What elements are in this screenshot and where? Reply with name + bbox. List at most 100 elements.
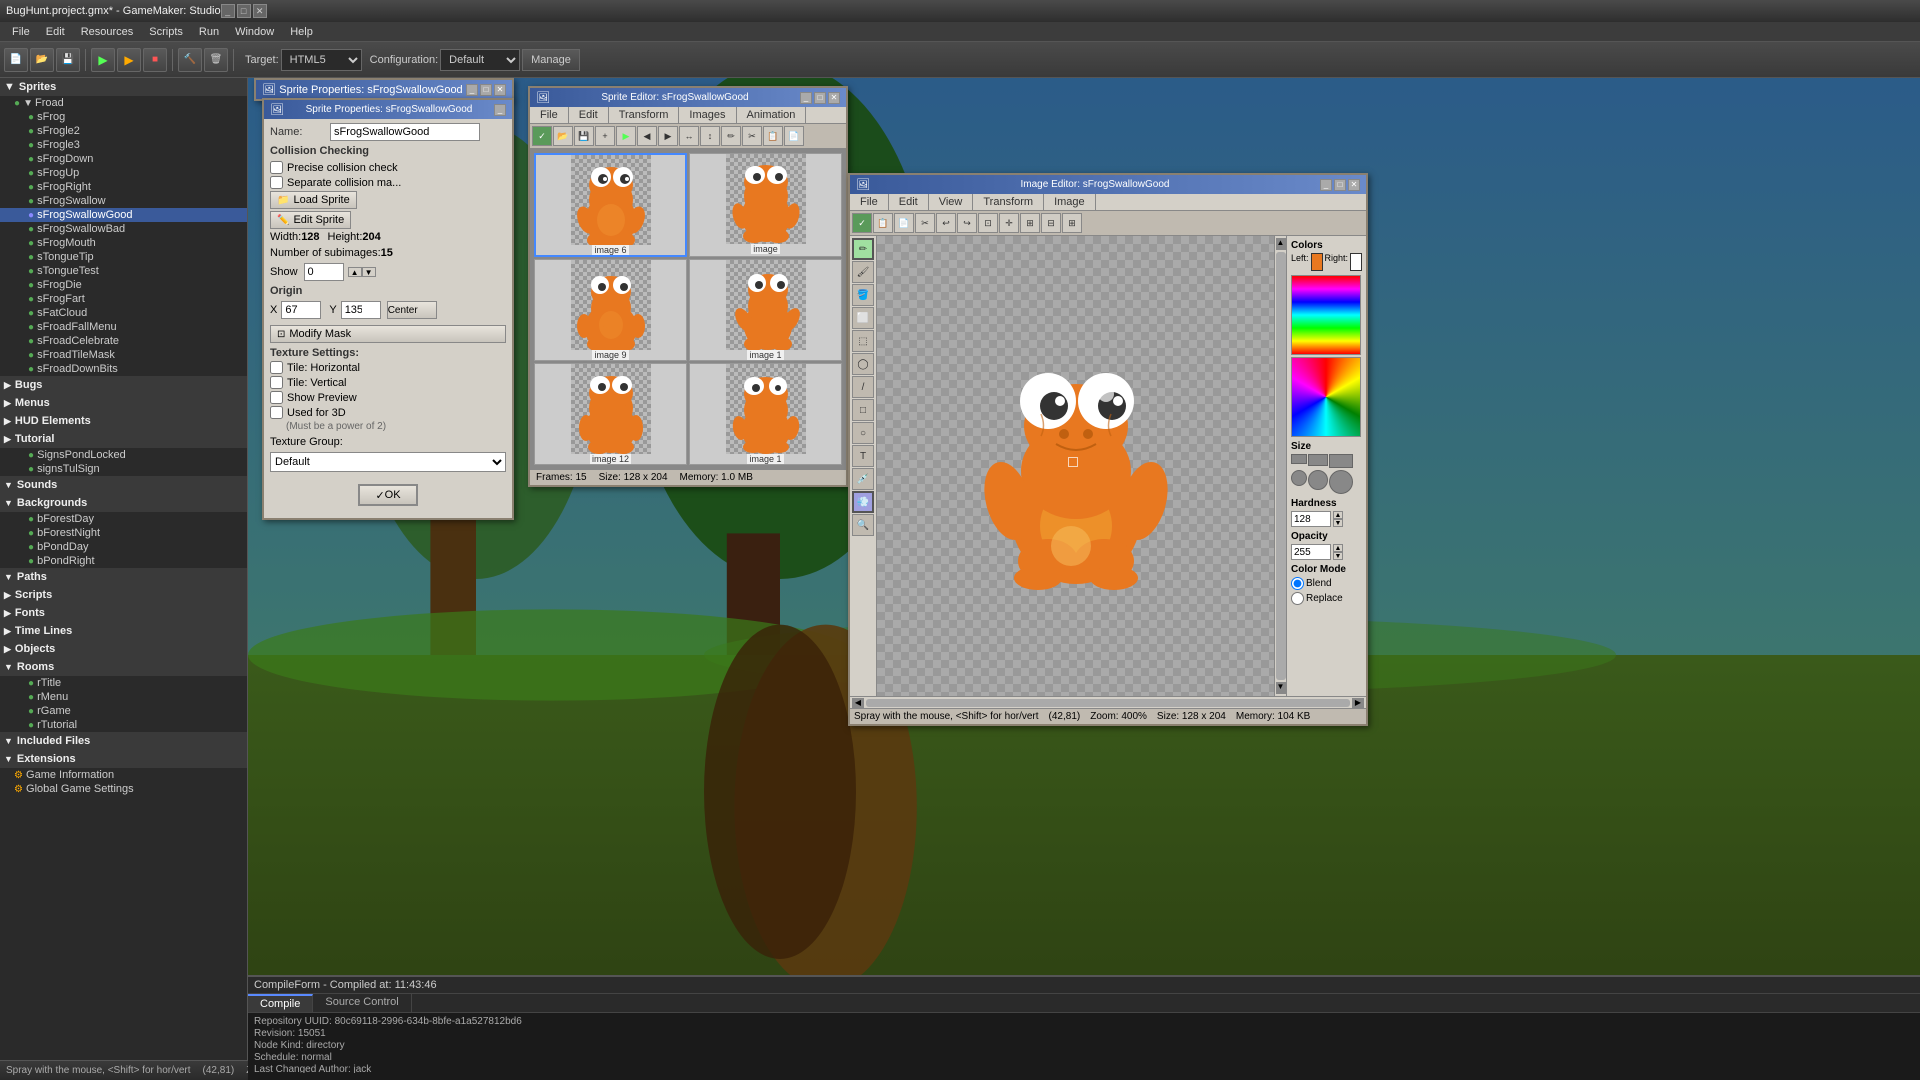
ie-menu-edit[interactable]: Edit xyxy=(889,194,929,210)
name-input[interactable] xyxy=(330,123,480,141)
ie-select-oval-tool[interactable]: ◯ xyxy=(852,353,874,375)
tile-v-checkbox[interactable] xyxy=(270,376,283,389)
ie-line-tool[interactable]: / xyxy=(852,376,874,398)
frame-3[interactable]: image 1 xyxy=(689,259,842,361)
frame-4[interactable]: image 12 xyxy=(534,363,687,465)
opacity-up[interactable]: ▲ xyxy=(1333,544,1343,552)
tb-open[interactable]: 📂 xyxy=(30,48,54,72)
rooms-section[interactable]: ▼Rooms xyxy=(0,658,247,676)
tree-sprite-sfrogdown[interactable]: ● sFrogDown xyxy=(0,152,247,166)
bugs-section[interactable]: ▶Bugs xyxy=(0,376,247,394)
ie-redo-btn[interactable]: ↪ xyxy=(957,213,977,233)
load-sprite-btn[interactable]: 📁 Load Sprite xyxy=(270,191,357,209)
show-up-btn[interactable]: ▲ xyxy=(348,267,362,277)
tree-sprite-sfroadfallmenu[interactable]: ● sFroadFallMenu xyxy=(0,320,247,334)
tile-h-checkbox[interactable] xyxy=(270,361,283,374)
timelines-section[interactable]: ▶Time Lines xyxy=(0,622,247,640)
outer-minimize[interactable]: _ xyxy=(466,84,478,96)
tree-signpondlocked[interactable]: ● SignsPondLocked xyxy=(0,448,247,462)
menu-scripts[interactable]: Scripts xyxy=(141,24,191,40)
outer-maximize[interactable]: □ xyxy=(480,84,492,96)
ie-grid2-btn[interactable]: ⊟ xyxy=(1041,213,1061,233)
show-down-btn[interactable]: ▼ xyxy=(362,267,376,277)
tree-rmenu[interactable]: ● rMenu xyxy=(0,690,247,704)
size-btn-6[interactable] xyxy=(1329,470,1353,494)
frame-2[interactable]: image 9 xyxy=(534,259,687,361)
tree-sprite-sfrogle2[interactable]: ● sFrogle2 xyxy=(0,124,247,138)
backgrounds-section[interactable]: ▼Backgrounds xyxy=(0,494,247,512)
ie-minimize[interactable]: _ xyxy=(1320,179,1332,191)
hud-section[interactable]: ▶HUD Elements xyxy=(0,412,247,430)
tree-global-game-settings[interactable]: ⚙ Global Game Settings xyxy=(0,782,247,796)
ie-paste-btn[interactable]: 📄 xyxy=(894,213,914,233)
se-btn-flip-v[interactable]: ↕ xyxy=(700,126,720,146)
ie-scroll-left-btn[interactable]: ◀ xyxy=(852,698,864,708)
modify-mask-btn[interactable]: ⊡ Modify Mask xyxy=(270,325,506,343)
tb-save[interactable]: 💾 xyxy=(56,48,80,72)
size-btn-2[interactable] xyxy=(1308,454,1328,466)
tree-bpondday[interactable]: ● bPondDay xyxy=(0,540,247,554)
se-btn-edit[interactable]: ✏ xyxy=(721,126,741,146)
tree-sprite-sfrogdie[interactable]: ● sFrogDie xyxy=(0,278,247,292)
size-btn-4[interactable] xyxy=(1291,470,1307,486)
tree-sprite-sfrogswallowbad[interactable]: ● sFrogSwallowBad xyxy=(0,222,247,236)
scripts-section[interactable]: ▶Scripts xyxy=(0,586,247,604)
ie-eraser-tool[interactable]: ⬜ xyxy=(852,307,874,329)
ie-full-btn[interactable]: ⊞ xyxy=(1062,213,1082,233)
se-close[interactable]: ✕ xyxy=(828,92,840,104)
tb-build[interactable]: 🔨 xyxy=(178,48,202,72)
hardness-up[interactable]: ▲ xyxy=(1333,511,1343,519)
tree-sprite-sfrog[interactable]: ● sFrog xyxy=(0,110,247,124)
tb-stop[interactable]: ■ xyxy=(143,48,167,72)
tree-sprite-sfrogswallowgood[interactable]: ● sFrogSwallowGood xyxy=(0,208,247,222)
tb-debug[interactable]: ▶ xyxy=(117,48,141,72)
size-btn-3[interactable] xyxy=(1329,454,1353,468)
replace-radio[interactable] xyxy=(1291,592,1304,605)
ie-pencil-tool[interactable]: ✏ xyxy=(852,238,874,260)
ie-close[interactable]: ✕ xyxy=(1348,179,1360,191)
tree-sprite-sfrogright[interactable]: ● sFrogRight xyxy=(0,180,247,194)
tree-signtulsign[interactable]: ● signsTulSign xyxy=(0,462,247,476)
hardness-input[interactable] xyxy=(1291,511,1331,527)
ie-undo-btn[interactable]: ↩ xyxy=(936,213,956,233)
show-input[interactable] xyxy=(304,263,344,281)
tree-bpondright[interactable]: ● bPondRight xyxy=(0,554,247,568)
ie-menu-file[interactable]: File xyxy=(850,194,889,210)
ie-cut-btn[interactable]: ✂ xyxy=(915,213,935,233)
frame-0[interactable]: image 6 xyxy=(534,153,687,257)
tree-rtitle[interactable]: ● rTitle xyxy=(0,676,247,690)
ie-grid-btn[interactable]: ⊞ xyxy=(1020,213,1040,233)
tb-new[interactable]: 📄 xyxy=(4,48,28,72)
compile-tab-compile[interactable]: Compile xyxy=(248,994,313,1012)
se-btn-open[interactable]: 📂 xyxy=(553,126,573,146)
tree-sprite-sfrogfart[interactable]: ● sFrogFart xyxy=(0,292,247,306)
menu-run[interactable]: Run xyxy=(191,24,227,40)
tree-bforestnight[interactable]: ● bForestNight xyxy=(0,526,247,540)
tree-sprite-sfrogswallow[interactable]: ● sFrogSwallow xyxy=(0,194,247,208)
fonts-section[interactable]: ▶Fonts xyxy=(0,604,247,622)
size-btn-1[interactable] xyxy=(1291,454,1307,464)
se-btn-check[interactable]: ✓ xyxy=(532,126,552,146)
se-menu-animation[interactable]: Animation xyxy=(737,107,807,123)
ok-btn[interactable]: ✓ OK xyxy=(358,484,418,506)
size-btn-5[interactable] xyxy=(1308,470,1328,490)
ie-copy-btn[interactable]: 📋 xyxy=(873,213,893,233)
tutorial-section[interactable]: ▶Tutorial xyxy=(0,430,247,448)
tree-sprite-sfrogmouth[interactable]: ● sFrogMouth xyxy=(0,236,247,250)
ie-menu-image[interactable]: Image xyxy=(1044,194,1096,210)
x-input[interactable] xyxy=(281,301,321,319)
se-minimize[interactable]: _ xyxy=(800,92,812,104)
color-picker-hue[interactable] xyxy=(1291,275,1361,355)
ie-menu-view[interactable]: View xyxy=(929,194,974,210)
texture-group-select[interactable]: Default xyxy=(270,452,506,472)
tree-sprite-stonguetip[interactable]: ● sTongueTip xyxy=(0,250,247,264)
ie-select-btn[interactable]: ⊡ xyxy=(978,213,998,233)
tree-game-information[interactable]: ⚙ Game Information xyxy=(0,768,247,782)
se-menu-transform[interactable]: Transform xyxy=(609,107,680,123)
se-btn-crop[interactable]: ✂ xyxy=(742,126,762,146)
tree-sprite-sfroaddownbits[interactable]: ● sFroadDownBits xyxy=(0,362,247,376)
config-select[interactable]: Default xyxy=(440,49,520,71)
ie-brush-tool[interactable]: 🖌 xyxy=(852,261,874,283)
se-btn-save[interactable]: 💾 xyxy=(574,126,594,146)
se-btn-prev[interactable]: ◀ xyxy=(637,126,657,146)
